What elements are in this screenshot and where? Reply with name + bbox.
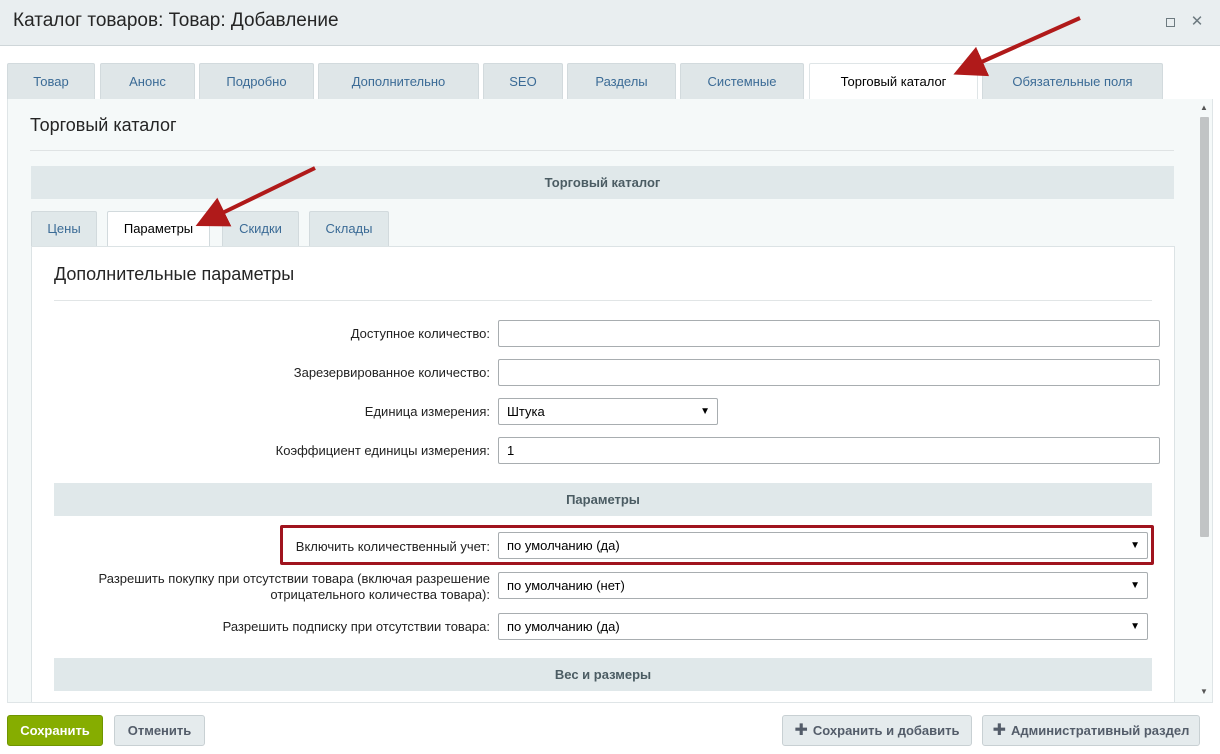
plus-icon: ✚ bbox=[794, 722, 808, 739]
admin-section-label: Административный раздел bbox=[1011, 723, 1190, 738]
save-button[interactable]: Сохранить bbox=[7, 715, 103, 746]
window-titlebar: Каталог товаров: Товар: Добавление ✕ bbox=[0, 0, 1220, 46]
available-qty-label: Доступное количество: bbox=[350, 326, 490, 341]
scrollbar[interactable]: ▲ ▼ bbox=[1197, 99, 1211, 702]
tab-seo[interactable]: SEO bbox=[483, 63, 563, 99]
tab-anons[interactable]: Анонс bbox=[100, 63, 195, 99]
can-buy-zero-label-line1: Разрешить покупку при отсутствии товара … bbox=[98, 571, 491, 586]
section-header-params: Параметры bbox=[54, 483, 1152, 516]
can-buy-zero-select-value: по умолчанию (нет) bbox=[507, 578, 625, 593]
tab-razdely[interactable]: Разделы bbox=[567, 63, 676, 99]
window-title: Каталог товаров: Товар: Добавление bbox=[13, 10, 339, 31]
unit-select[interactable]: Штука ▼ bbox=[498, 398, 718, 425]
scroll-up-icon[interactable]: ▲ bbox=[1199, 103, 1209, 113]
tab-dopolnitelno[interactable]: Дополнительно bbox=[318, 63, 479, 99]
unit-label: Единица измерения: bbox=[364, 404, 490, 419]
cancel-button[interactable]: Отменить bbox=[114, 715, 205, 746]
tab-torgovyi-katalog[interactable]: Торговый каталог bbox=[809, 63, 978, 101]
dropdown-arrow-icon: ▼ bbox=[1130, 580, 1140, 591]
can-buy-zero-label: Разрешить покупку при отсутствии товара … bbox=[99, 571, 491, 603]
tab-sistemnye[interactable]: Системные bbox=[680, 63, 804, 99]
section-header-weight: Вес и размеры bbox=[54, 658, 1152, 691]
unit-select-value: Штука bbox=[507, 404, 545, 419]
highlight-box bbox=[280, 525, 1154, 565]
content-title: Торговый каталог bbox=[30, 115, 177, 135]
params-panel: Дополнительные параметры Доступное колич… bbox=[31, 246, 1175, 702]
tab-podrobno[interactable]: Подробно bbox=[199, 63, 314, 99]
can-buy-zero-label-line2: отрицательного количества товара): bbox=[270, 587, 490, 602]
tab-obyazatelnye-polya[interactable]: Обязательные поля bbox=[982, 63, 1163, 99]
bottom-bar: Сохранить Отменить ✚ Сохранить и добавить… bbox=[0, 703, 1220, 754]
plus-icon: ✚ bbox=[992, 722, 1007, 739]
can-buy-zero-select[interactable]: по умолчанию (нет) ▼ bbox=[498, 572, 1148, 599]
section-header-catalog: Торговый каталог bbox=[31, 166, 1174, 199]
subtab-sklady[interactable]: Склады bbox=[309, 211, 389, 246]
reserved-qty-input[interactable] bbox=[498, 359, 1160, 386]
reserved-qty-label: Зарезервированное количество: bbox=[293, 365, 490, 380]
subtab-ceny[interactable]: Цены bbox=[31, 211, 97, 246]
scroll-down-icon[interactable]: ▼ bbox=[1199, 687, 1209, 697]
scroll-thumb[interactable] bbox=[1200, 117, 1209, 537]
dropdown-arrow-icon: ▼ bbox=[1130, 621, 1140, 632]
subscribe-select[interactable]: по умолчанию (да) ▼ bbox=[498, 613, 1148, 640]
divider bbox=[30, 150, 1174, 151]
subscribe-label: Разрешить подписку при отсутствии товара… bbox=[222, 619, 490, 634]
save-and-add-button[interactable]: ✚ Сохранить и добавить bbox=[782, 715, 972, 746]
subtab-skidki[interactable]: Скидки bbox=[222, 211, 299, 246]
subtab-parametry[interactable]: Параметры bbox=[107, 211, 210, 248]
tab-tovar[interactable]: Товар bbox=[7, 63, 95, 99]
unit-ratio-input[interactable]: 1 bbox=[498, 437, 1160, 464]
divider bbox=[54, 300, 1152, 301]
maximize-icon[interactable] bbox=[1161, 13, 1179, 31]
close-icon[interactable]: ✕ bbox=[1188, 13, 1206, 31]
subscribe-select-value: по умолчанию (да) bbox=[507, 619, 620, 634]
available-qty-input[interactable] bbox=[498, 320, 1160, 347]
save-and-add-label: Сохранить и добавить bbox=[812, 723, 960, 738]
dropdown-arrow-icon: ▼ bbox=[700, 406, 710, 417]
params-title: Дополнительные параметры bbox=[54, 264, 295, 284]
unit-ratio-label: Коэффициент единицы измерения: bbox=[275, 443, 490, 458]
tab-content: Торговый каталог Торговый каталог Цены П… bbox=[7, 99, 1213, 703]
admin-section-button[interactable]: ✚ Административный раздел bbox=[982, 715, 1200, 746]
